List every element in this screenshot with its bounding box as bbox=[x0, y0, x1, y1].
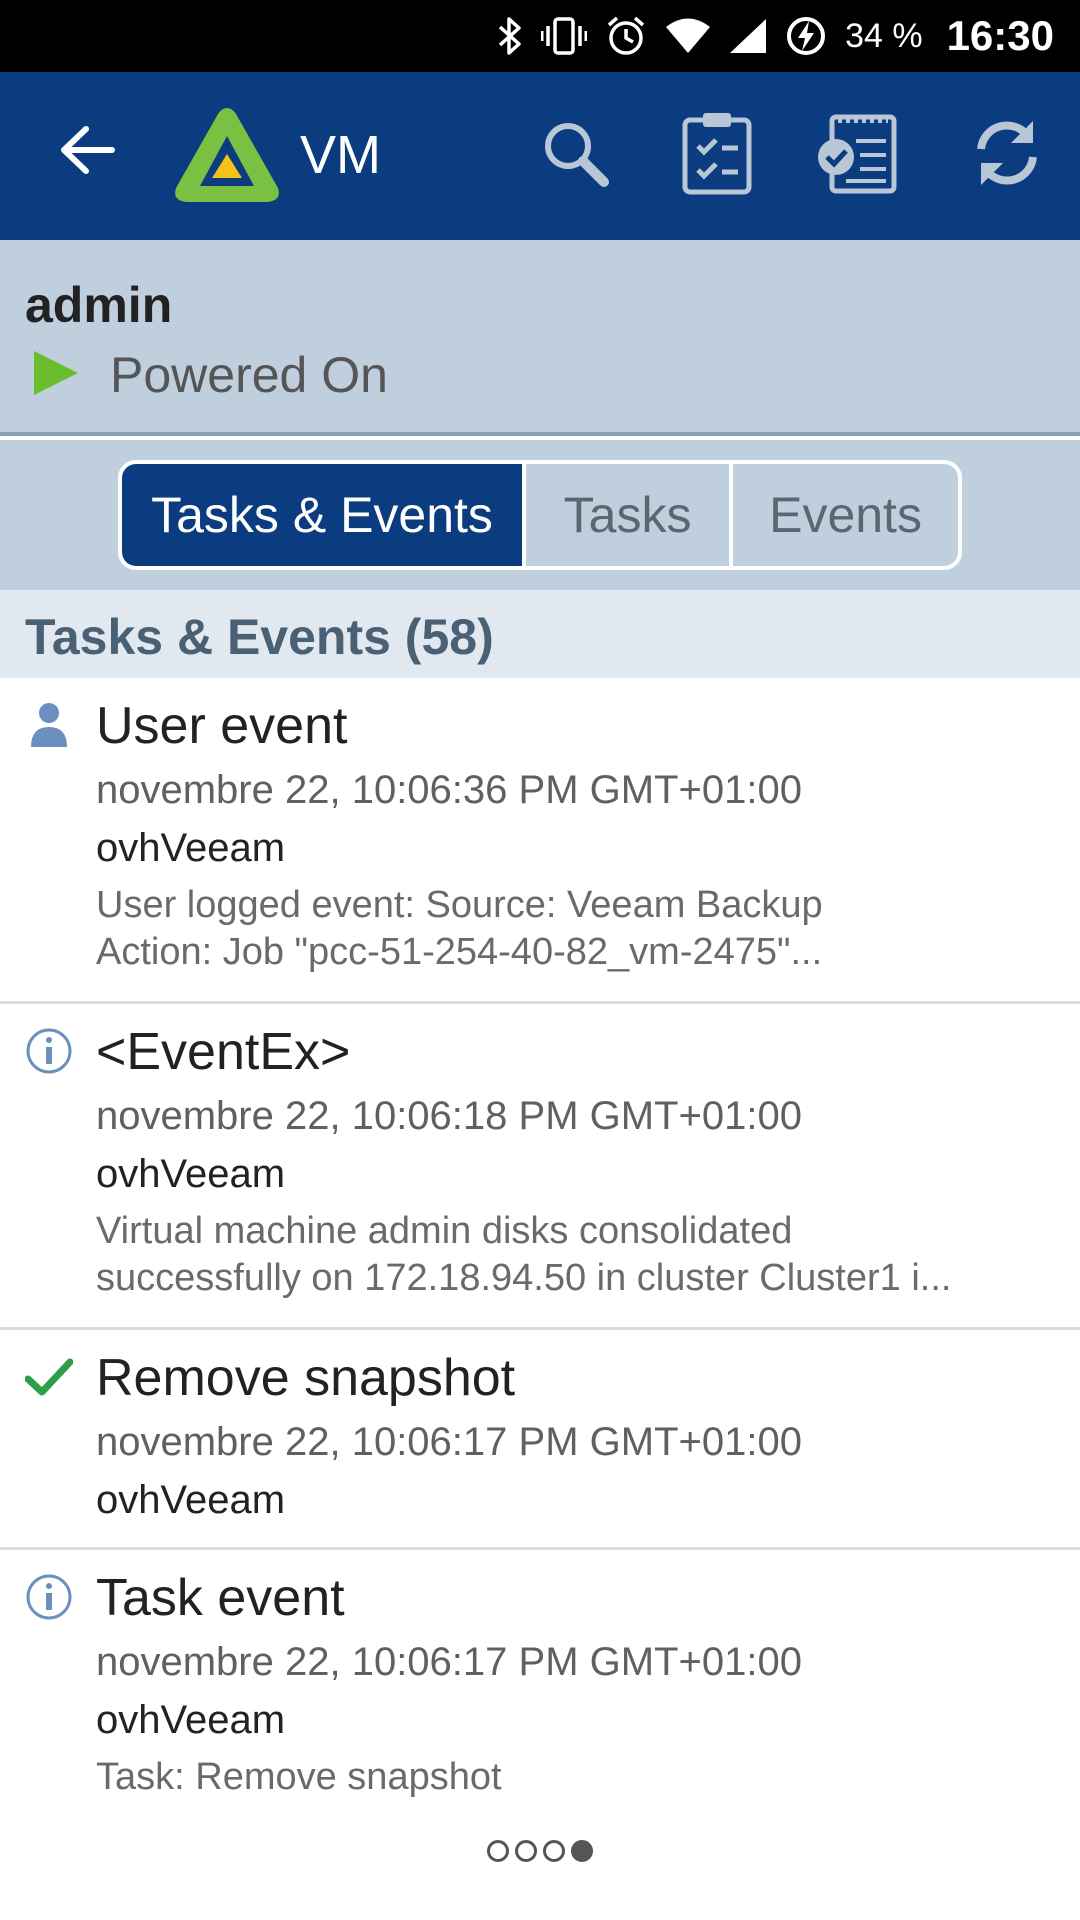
refresh-icon bbox=[969, 115, 1045, 196]
item-date: novembre 22, 10:06:36 PM GMT+01:00 bbox=[96, 768, 802, 812]
events-calendar-icon bbox=[816, 111, 898, 200]
tab-tasks[interactable]: Tasks bbox=[526, 464, 730, 566]
alarm-icon bbox=[605, 0, 647, 72]
item-title: User event bbox=[96, 697, 348, 755]
app-bar: VM bbox=[0, 72, 1080, 240]
item-date: novembre 22, 10:06:17 PM GMT+01:00 bbox=[96, 1420, 802, 1464]
vibrate-icon bbox=[541, 0, 588, 72]
info-icon bbox=[24, 1572, 74, 1622]
page-dot[interactable] bbox=[487, 1840, 509, 1862]
item-description-line: Task: Remove snapshot bbox=[96, 1756, 502, 1798]
item-date: novembre 22, 10:06:17 PM GMT+01:00 bbox=[96, 1640, 802, 1684]
item-user: ovhVeeam bbox=[96, 1152, 286, 1196]
checkmark-icon bbox=[24, 1352, 74, 1402]
user-icon bbox=[24, 700, 74, 750]
item-description-line: successfully on 172.18.94.50 in cluster … bbox=[96, 1257, 952, 1299]
item-description-line: Action: Job "pcc-51-254-40-82_vm-2475"..… bbox=[96, 931, 823, 973]
item-title: <EventEx> bbox=[96, 1023, 351, 1081]
signal-icon bbox=[729, 0, 767, 72]
section-header: Tasks & Events (58) bbox=[0, 590, 1080, 678]
item-user: ovhVeeam bbox=[96, 826, 286, 870]
clock: 16:30 bbox=[946, 12, 1054, 59]
arrow-left-icon bbox=[60, 125, 116, 180]
list-item[interactable]: Task event novembre 22, 10:06:17 PM GMT+… bbox=[0, 1550, 1080, 1820]
section-title: Tasks & Events (58) bbox=[25, 609, 494, 665]
bluetooth-icon bbox=[497, 0, 523, 72]
app-logo bbox=[170, 104, 284, 206]
back-button[interactable] bbox=[48, 112, 128, 192]
play-icon bbox=[30, 348, 80, 403]
segmented-tabs: Tasks & Events Tasks Events bbox=[118, 460, 962, 570]
vm-name: admin bbox=[25, 277, 173, 333]
page-indicator bbox=[0, 1840, 1080, 1880]
status-bar: 34 % 16:30 bbox=[0, 0, 1080, 72]
item-description: Virtual machine admin disks consolidated… bbox=[96, 1208, 1046, 1302]
item-user: ovhVeeam bbox=[96, 1698, 286, 1742]
wifi-icon bbox=[665, 0, 711, 72]
tab-events[interactable]: Events bbox=[733, 464, 958, 566]
tasks-button[interactable] bbox=[672, 110, 762, 200]
item-description: User logged event: Source: Veeam Backup … bbox=[96, 882, 1046, 976]
info-icon bbox=[24, 1026, 74, 1076]
item-description-line: Virtual machine admin disks consolidated bbox=[96, 1210, 793, 1252]
page-dot[interactable] bbox=[543, 1840, 565, 1862]
tabs-bar: Tasks & Events Tasks Events bbox=[0, 440, 1080, 590]
vm-state-label: Powered On bbox=[110, 347, 388, 403]
refresh-button[interactable] bbox=[962, 110, 1052, 200]
vm-power-state: Powered On bbox=[30, 346, 388, 404]
page-dot[interactable] bbox=[515, 1840, 537, 1862]
item-date: novembre 22, 10:06:18 PM GMT+01:00 bbox=[96, 1094, 802, 1138]
search-button[interactable] bbox=[530, 110, 620, 200]
battery-charging-icon bbox=[785, 0, 827, 72]
vm-header: admin Powered On bbox=[0, 240, 1080, 436]
search-icon bbox=[538, 116, 612, 195]
tab-tasks-events[interactable]: Tasks & Events bbox=[122, 464, 523, 566]
list-item[interactable]: User event novembre 22, 10:06:36 PM GMT+… bbox=[0, 678, 1080, 1004]
list-item[interactable]: <EventEx> novembre 22, 10:06:18 PM GMT+0… bbox=[0, 1004, 1080, 1330]
list-item[interactable]: Remove snapshot novembre 22, 10:06:17 PM… bbox=[0, 1330, 1080, 1550]
item-title: Remove snapshot bbox=[96, 1349, 516, 1407]
battery-percentage: 34 % bbox=[845, 16, 923, 55]
tasks-events-list: User event novembre 22, 10:06:36 PM GMT+… bbox=[0, 678, 1080, 1820]
item-user: ovhVeeam bbox=[96, 1478, 286, 1522]
tasks-clipboard-icon bbox=[680, 110, 754, 201]
events-button[interactable] bbox=[812, 110, 902, 200]
item-title: Task event bbox=[96, 1569, 345, 1627]
page-dot-active[interactable] bbox=[571, 1840, 593, 1862]
app-title: VM bbox=[300, 125, 381, 185]
item-description: Task: Remove snapshot bbox=[96, 1754, 1046, 1801]
item-description-line: User logged event: Source: Veeam Backup bbox=[96, 884, 823, 926]
